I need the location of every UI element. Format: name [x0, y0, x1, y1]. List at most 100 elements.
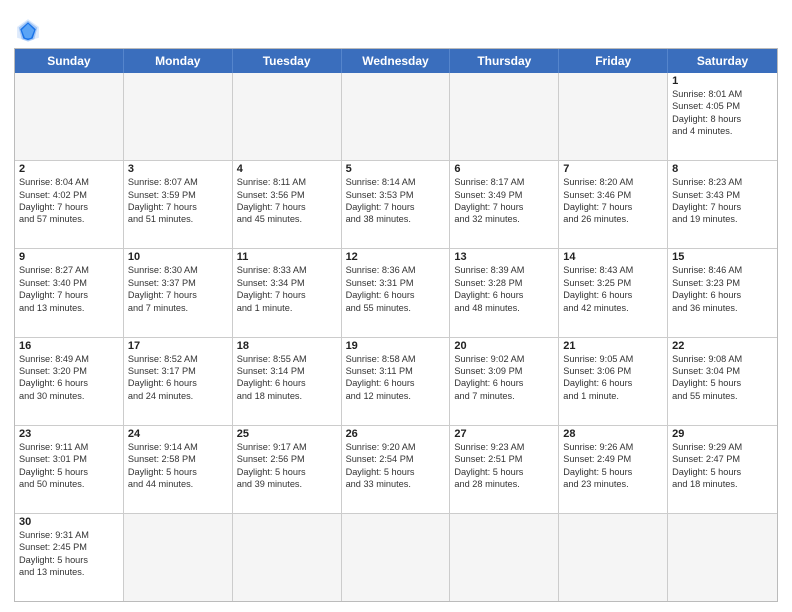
- cal-cell-empty-0-1: [124, 73, 233, 160]
- calendar-row-3: 16Sunrise: 8:49 AM Sunset: 3:20 PM Dayli…: [15, 337, 777, 425]
- day-number: 14: [563, 251, 663, 263]
- day-number: 23: [19, 428, 119, 440]
- day-number: 24: [128, 428, 228, 440]
- cal-cell-18: 18Sunrise: 8:55 AM Sunset: 3:14 PM Dayli…: [233, 338, 342, 425]
- day-number: 27: [454, 428, 554, 440]
- weekday-header-monday: Monday: [124, 49, 233, 73]
- cell-info: Sunrise: 8:07 AM Sunset: 3:59 PM Dayligh…: [128, 176, 228, 226]
- cal-cell-19: 19Sunrise: 8:58 AM Sunset: 3:11 PM Dayli…: [342, 338, 451, 425]
- day-number: 3: [128, 163, 228, 175]
- cal-cell-25: 25Sunrise: 9:17 AM Sunset: 2:56 PM Dayli…: [233, 426, 342, 513]
- day-number: 17: [128, 340, 228, 352]
- day-number: 4: [237, 163, 337, 175]
- cal-cell-empty-5-1: [124, 514, 233, 601]
- cell-info: Sunrise: 8:39 AM Sunset: 3:28 PM Dayligh…: [454, 264, 554, 314]
- cell-info: Sunrise: 9:14 AM Sunset: 2:58 PM Dayligh…: [128, 441, 228, 491]
- cell-info: Sunrise: 9:08 AM Sunset: 3:04 PM Dayligh…: [672, 353, 773, 403]
- day-number: 13: [454, 251, 554, 263]
- cal-cell-10: 10Sunrise: 8:30 AM Sunset: 3:37 PM Dayli…: [124, 249, 233, 336]
- calendar-row-5: 30Sunrise: 9:31 AM Sunset: 2:45 PM Dayli…: [15, 513, 777, 601]
- cell-info: Sunrise: 8:14 AM Sunset: 3:53 PM Dayligh…: [346, 176, 446, 226]
- day-number: 11: [237, 251, 337, 263]
- cal-cell-empty-0-0: [15, 73, 124, 160]
- day-number: 2: [19, 163, 119, 175]
- cal-cell-27: 27Sunrise: 9:23 AM Sunset: 2:51 PM Dayli…: [450, 426, 559, 513]
- day-number: 20: [454, 340, 554, 352]
- weekday-header-friday: Friday: [559, 49, 668, 73]
- cell-info: Sunrise: 9:31 AM Sunset: 2:45 PM Dayligh…: [19, 529, 119, 579]
- day-number: 22: [672, 340, 773, 352]
- day-number: 9: [19, 251, 119, 263]
- cal-cell-5: 5Sunrise: 8:14 AM Sunset: 3:53 PM Daylig…: [342, 161, 451, 248]
- day-number: 25: [237, 428, 337, 440]
- cal-cell-21: 21Sunrise: 9:05 AM Sunset: 3:06 PM Dayli…: [559, 338, 668, 425]
- cal-cell-7: 7Sunrise: 8:20 AM Sunset: 3:46 PM Daylig…: [559, 161, 668, 248]
- calendar-row-0: 1Sunrise: 8:01 AM Sunset: 4:05 PM Daylig…: [15, 73, 777, 160]
- day-number: 15: [672, 251, 773, 263]
- weekday-header-saturday: Saturday: [668, 49, 777, 73]
- cal-cell-24: 24Sunrise: 9:14 AM Sunset: 2:58 PM Dayli…: [124, 426, 233, 513]
- cal-cell-13: 13Sunrise: 8:39 AM Sunset: 3:28 PM Dayli…: [450, 249, 559, 336]
- cal-cell-2: 2Sunrise: 8:04 AM Sunset: 4:02 PM Daylig…: [15, 161, 124, 248]
- cell-info: Sunrise: 9:23 AM Sunset: 2:51 PM Dayligh…: [454, 441, 554, 491]
- cal-cell-26: 26Sunrise: 9:20 AM Sunset: 2:54 PM Dayli…: [342, 426, 451, 513]
- cell-info: Sunrise: 8:58 AM Sunset: 3:11 PM Dayligh…: [346, 353, 446, 403]
- calendar-row-2: 9Sunrise: 8:27 AM Sunset: 3:40 PM Daylig…: [15, 248, 777, 336]
- cell-info: Sunrise: 9:20 AM Sunset: 2:54 PM Dayligh…: [346, 441, 446, 491]
- logo-icon: [14, 16, 42, 44]
- calendar: SundayMondayTuesdayWednesdayThursdayFrid…: [14, 48, 778, 602]
- cal-cell-23: 23Sunrise: 9:11 AM Sunset: 3:01 PM Dayli…: [15, 426, 124, 513]
- cell-info: Sunrise: 8:20 AM Sunset: 3:46 PM Dayligh…: [563, 176, 663, 226]
- cell-info: Sunrise: 8:30 AM Sunset: 3:37 PM Dayligh…: [128, 264, 228, 314]
- cell-info: Sunrise: 9:17 AM Sunset: 2:56 PM Dayligh…: [237, 441, 337, 491]
- cal-cell-empty-0-2: [233, 73, 342, 160]
- cell-info: Sunrise: 8:17 AM Sunset: 3:49 PM Dayligh…: [454, 176, 554, 226]
- cal-cell-28: 28Sunrise: 9:26 AM Sunset: 2:49 PM Dayli…: [559, 426, 668, 513]
- cal-cell-30: 30Sunrise: 9:31 AM Sunset: 2:45 PM Dayli…: [15, 514, 124, 601]
- calendar-body: 1Sunrise: 8:01 AM Sunset: 4:05 PM Daylig…: [15, 73, 777, 601]
- logo: [14, 16, 46, 44]
- page: SundayMondayTuesdayWednesdayThursdayFrid…: [0, 0, 792, 612]
- cal-cell-empty-5-3: [342, 514, 451, 601]
- cal-cell-empty-0-5: [559, 73, 668, 160]
- cal-cell-1: 1Sunrise: 8:01 AM Sunset: 4:05 PM Daylig…: [668, 73, 777, 160]
- day-number: 1: [672, 75, 773, 87]
- day-number: 12: [346, 251, 446, 263]
- cal-cell-16: 16Sunrise: 8:49 AM Sunset: 3:20 PM Dayli…: [15, 338, 124, 425]
- day-number: 26: [346, 428, 446, 440]
- day-number: 19: [346, 340, 446, 352]
- day-number: 8: [672, 163, 773, 175]
- day-number: 6: [454, 163, 554, 175]
- cell-info: Sunrise: 8:52 AM Sunset: 3:17 PM Dayligh…: [128, 353, 228, 403]
- cal-cell-empty-5-2: [233, 514, 342, 601]
- cal-cell-8: 8Sunrise: 8:23 AM Sunset: 3:43 PM Daylig…: [668, 161, 777, 248]
- cal-cell-20: 20Sunrise: 9:02 AM Sunset: 3:09 PM Dayli…: [450, 338, 559, 425]
- cal-cell-6: 6Sunrise: 8:17 AM Sunset: 3:49 PM Daylig…: [450, 161, 559, 248]
- cal-cell-4: 4Sunrise: 8:11 AM Sunset: 3:56 PM Daylig…: [233, 161, 342, 248]
- cal-cell-empty-0-3: [342, 73, 451, 160]
- calendar-row-4: 23Sunrise: 9:11 AM Sunset: 3:01 PM Dayli…: [15, 425, 777, 513]
- cal-cell-empty-5-4: [450, 514, 559, 601]
- cal-cell-12: 12Sunrise: 8:36 AM Sunset: 3:31 PM Dayli…: [342, 249, 451, 336]
- cal-cell-15: 15Sunrise: 8:46 AM Sunset: 3:23 PM Dayli…: [668, 249, 777, 336]
- cal-cell-empty-5-5: [559, 514, 668, 601]
- day-number: 10: [128, 251, 228, 263]
- cal-cell-9: 9Sunrise: 8:27 AM Sunset: 3:40 PM Daylig…: [15, 249, 124, 336]
- cell-info: Sunrise: 8:55 AM Sunset: 3:14 PM Dayligh…: [237, 353, 337, 403]
- day-number: 30: [19, 516, 119, 528]
- day-number: 29: [672, 428, 773, 440]
- weekday-header-thursday: Thursday: [450, 49, 559, 73]
- cell-info: Sunrise: 8:11 AM Sunset: 3:56 PM Dayligh…: [237, 176, 337, 226]
- day-number: 28: [563, 428, 663, 440]
- cal-cell-3: 3Sunrise: 8:07 AM Sunset: 3:59 PM Daylig…: [124, 161, 233, 248]
- cell-info: Sunrise: 9:05 AM Sunset: 3:06 PM Dayligh…: [563, 353, 663, 403]
- cell-info: Sunrise: 8:23 AM Sunset: 3:43 PM Dayligh…: [672, 176, 773, 226]
- day-number: 7: [563, 163, 663, 175]
- day-number: 21: [563, 340, 663, 352]
- cell-info: Sunrise: 9:02 AM Sunset: 3:09 PM Dayligh…: [454, 353, 554, 403]
- cell-info: Sunrise: 8:46 AM Sunset: 3:23 PM Dayligh…: [672, 264, 773, 314]
- weekday-header-wednesday: Wednesday: [342, 49, 451, 73]
- cal-cell-14: 14Sunrise: 8:43 AM Sunset: 3:25 PM Dayli…: [559, 249, 668, 336]
- weekday-header-tuesday: Tuesday: [233, 49, 342, 73]
- calendar-header: SundayMondayTuesdayWednesdayThursdayFrid…: [15, 49, 777, 73]
